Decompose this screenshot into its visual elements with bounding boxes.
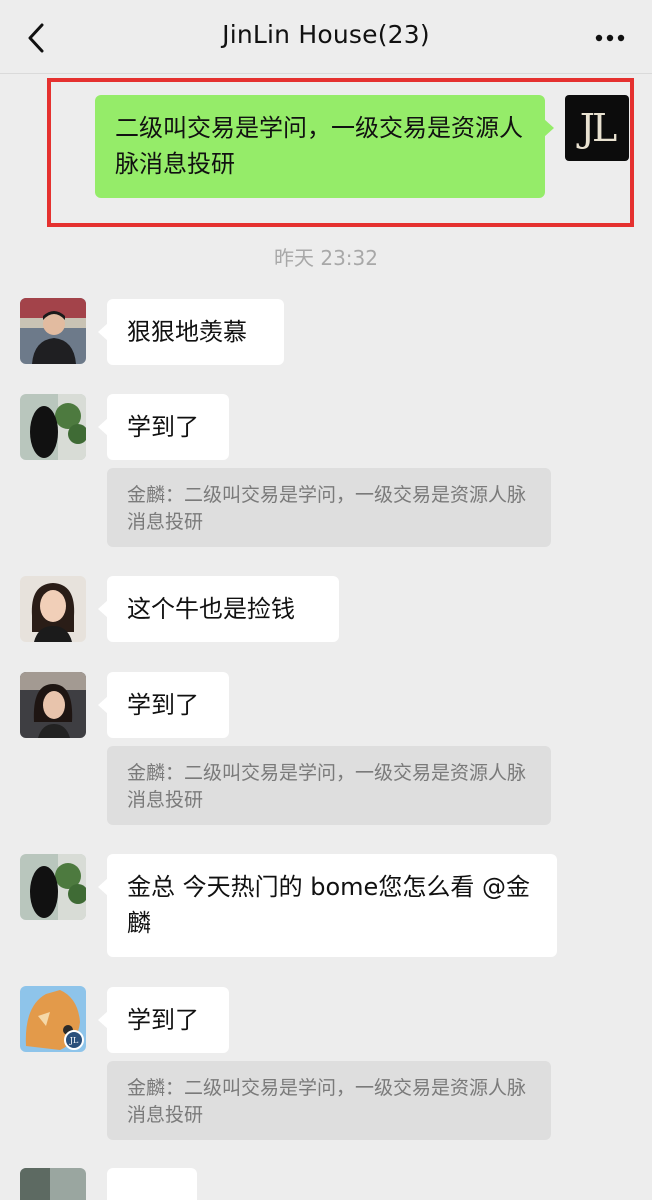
bubble-tail <box>98 696 108 714</box>
message-bubble[interactable]: 学到了 <box>98 672 229 738</box>
avatar-logo-text: JL <box>579 106 618 150</box>
bubble-tail <box>98 878 108 896</box>
more-options-button[interactable] <box>588 20 632 56</box>
quoted-text: 金麟：二级叫交易是学问，一级交易是资源人脉消息投研 <box>127 484 527 533</box>
avatar[interactable] <box>20 672 86 738</box>
own-avatar[interactable]: JL <box>565 95 629 161</box>
timestamp: 昨天 23:32 <box>274 246 378 270</box>
quoted-message[interactable]: 金麟：二级叫交易是学问，一级交易是资源人脉消息投研 <box>107 746 551 825</box>
quoted-message[interactable]: 金麟：二级叫交易是学问，一级交易是资源人脉消息投研 <box>107 1061 551 1140</box>
quoted-text: 金麟：二级叫交易是学问，一级交易是资源人脉消息投研 <box>127 762 527 811</box>
avatar-badge: JL <box>64 1030 84 1050</box>
message-bubble[interactable]: 学到了 <box>98 394 229 460</box>
bubble-tail <box>98 1011 108 1029</box>
chat-title: JinLin House(23) <box>222 20 430 49</box>
avatar[interactable]: JL <box>20 986 86 1052</box>
bubble-tail <box>98 418 108 436</box>
message-text: 学到了 <box>127 413 199 441</box>
message-text: 学到了 <box>127 691 199 719</box>
avatar[interactable] <box>20 1168 86 1200</box>
more-dots-icon <box>595 34 625 42</box>
message-text: 狠狠地羡慕 <box>127 318 247 346</box>
quoted-text: 金麟：二级叫交易是学问，一级交易是资源人脉消息投研 <box>127 1077 527 1126</box>
own-message-bubble[interactable]: 二级叫交易是学问，一级交易是资源人脉消息投研 <box>95 95 554 198</box>
avatar[interactable] <box>20 394 86 460</box>
message-bubble[interactable]: 学到了 <box>98 987 229 1053</box>
own-message-text: 二级叫交易是学问，一级交易是资源人脉消息投研 <box>115 114 523 178</box>
message-text: 学到了 <box>127 1006 199 1034</box>
bubble-tail <box>544 119 554 137</box>
avatar[interactable] <box>20 854 86 920</box>
message-bubble[interactable]: 金总 今天热门的 bome您怎么看 @金麟 <box>98 854 557 957</box>
message-bubble[interactable]: 这个牛也是捡钱 <box>98 576 339 642</box>
chat-header: JinLin House(23) <box>0 0 652 74</box>
message-text: 这个牛也是捡钱 <box>127 595 295 623</box>
bubble-tail <box>98 600 108 618</box>
avatar[interactable] <box>20 576 86 642</box>
message-bubble[interactable] <box>107 1168 197 1200</box>
bubble-tail <box>98 323 108 341</box>
avatar[interactable] <box>20 298 86 364</box>
message-bubble[interactable]: 狠狠地羡慕 <box>98 299 284 365</box>
quoted-message[interactable]: 金麟：二级叫交易是学问，一级交易是资源人脉消息投研 <box>107 468 551 547</box>
message-text: 金总 今天热门的 bome您怎么看 @金麟 <box>127 873 530 937</box>
avatar-badge-text: JL <box>69 1035 79 1045</box>
